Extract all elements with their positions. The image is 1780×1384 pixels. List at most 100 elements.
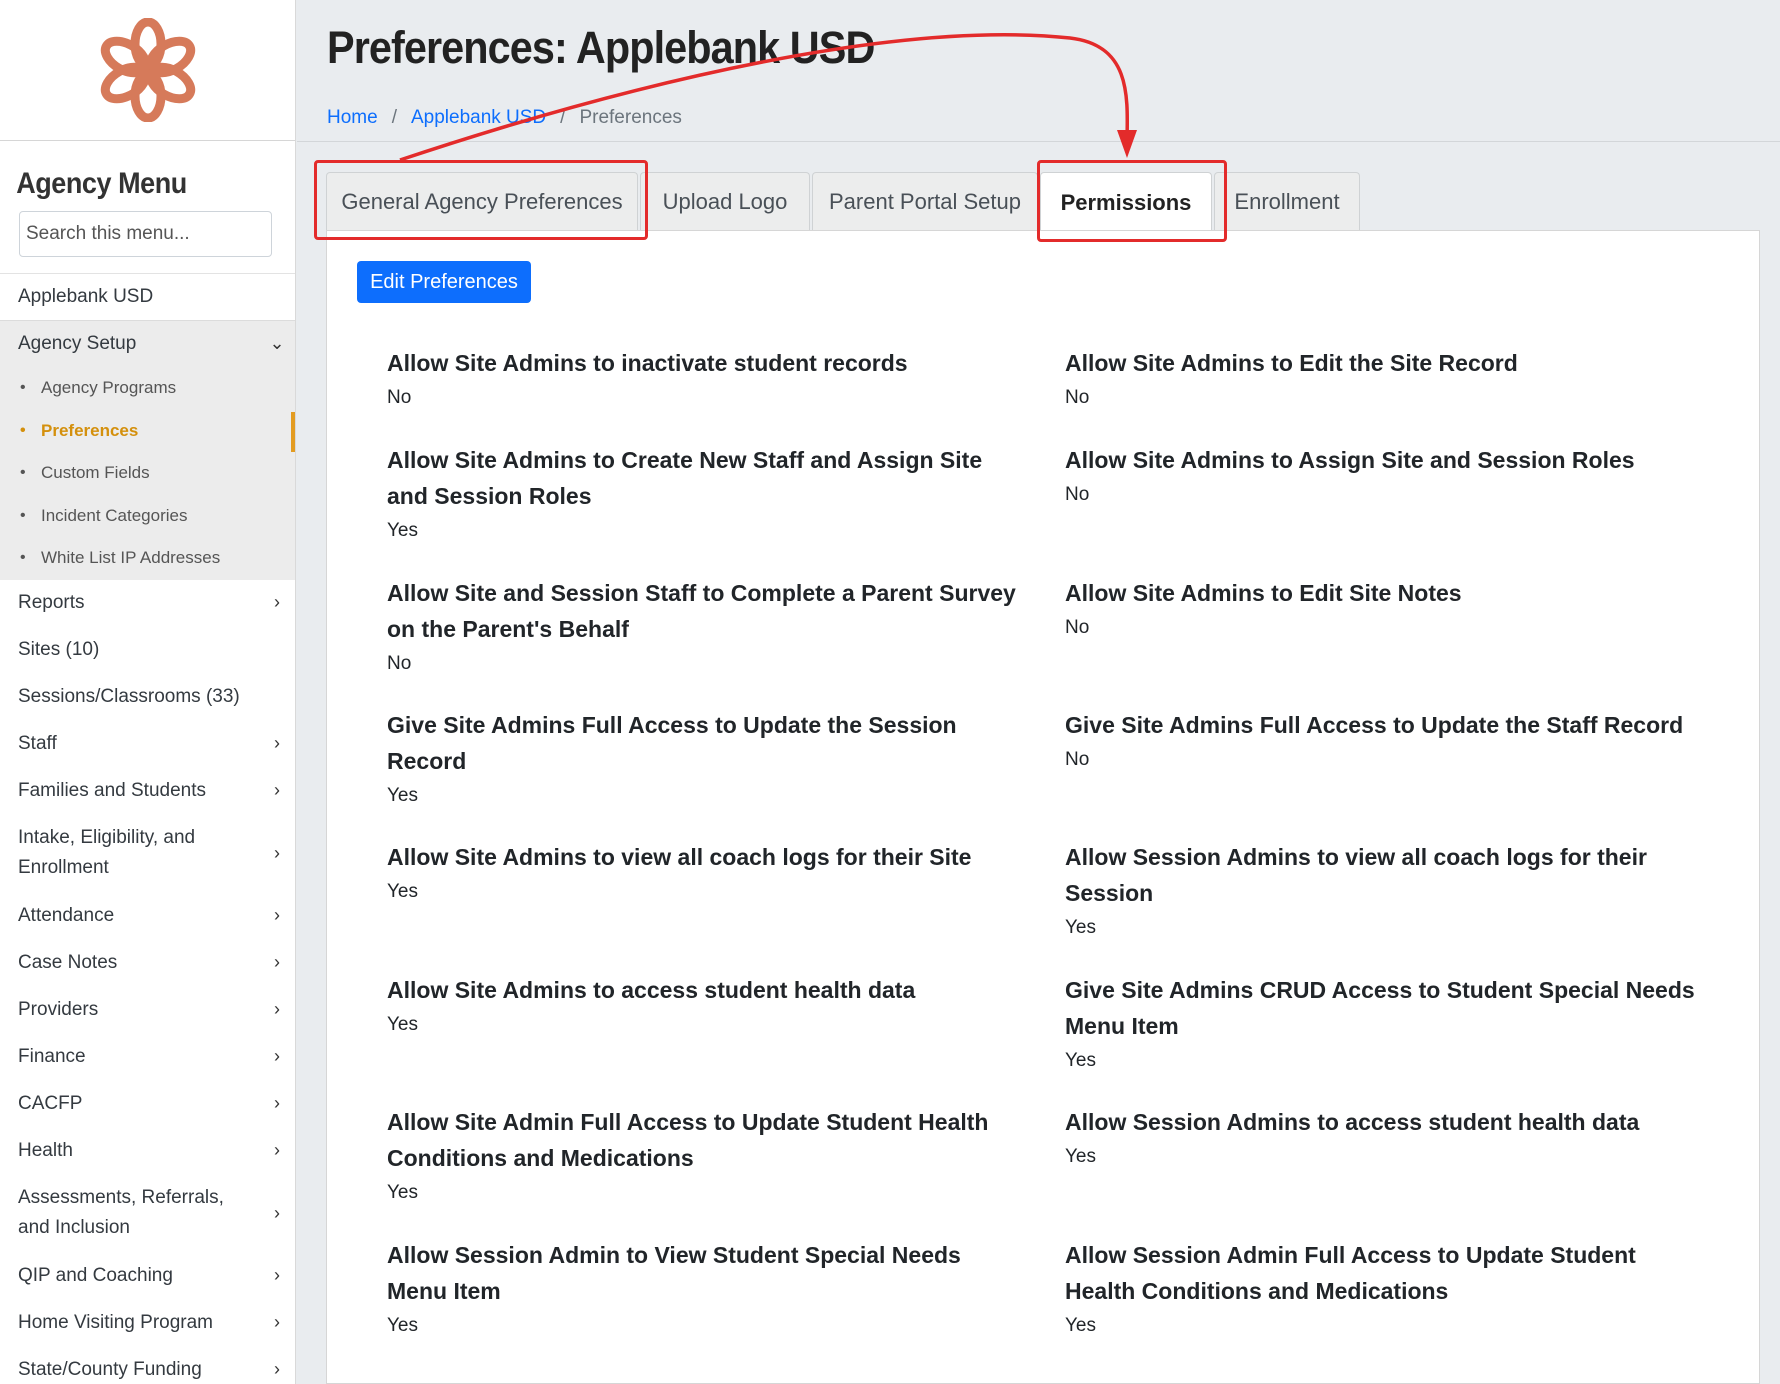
preference-value: No [387, 653, 412, 674]
chevron-right-icon: › [274, 1140, 280, 1160]
preference-item: Give Site Admins CRUD Access to Student … [1065, 972, 1695, 1072]
sidebar-item-label: CACFP [18, 1092, 83, 1114]
sidebar-item-label: Finance [18, 1045, 86, 1067]
chevron-right-icon: › [274, 999, 280, 1019]
sidebar-item-sites[interactable]: Sites (10) [0, 627, 295, 674]
preference-item: Allow Site Admins to Edit Site Notes No [1065, 575, 1695, 639]
preference-label: Allow Site Admin Full Access to Update S… [387, 1109, 989, 1171]
sidebar-item-qip[interactable]: QIP and Coaching › [0, 1253, 295, 1300]
preference-value: No [1065, 387, 1090, 408]
sub-item-custom-fields[interactable]: Custom Fields [0, 452, 295, 495]
sidebar-item-label: QIP and Coaching [18, 1264, 173, 1286]
preference-item: Allow Session Admins to view all coach l… [1065, 839, 1695, 939]
sidebar-item-agency-setup[interactable]: Agency Setup ⌄ [0, 321, 295, 367]
chevron-right-icon: › [274, 843, 280, 863]
tab-upload-logo[interactable]: Upload Logo [640, 172, 810, 230]
sidebar: Agency Menu Search this menu... Appleban… [0, 0, 296, 1384]
page-title: Preferences: Applebank USD [327, 22, 875, 73]
chevron-right-icon: › [274, 1093, 280, 1113]
page-header: Preferences: Applebank USD Home / Appleb… [297, 0, 1780, 142]
sidebar-item-home-visiting[interactable]: Home Visiting Program › [0, 1300, 295, 1347]
preference-value: No [1065, 749, 1090, 770]
preference-item: Allow Site Admins to Assign Site and Ses… [1065, 442, 1695, 506]
preference-label: Allow Site Admins to Create New Staff an… [387, 447, 983, 509]
sidebar-item-providers[interactable]: Providers › [0, 987, 295, 1034]
preference-item: Allow Site Admins to inactivate student … [387, 345, 1017, 409]
chevron-right-icon: › [274, 592, 280, 612]
chevron-right-icon: › [274, 1265, 280, 1285]
breadcrumb-current: Preferences [579, 107, 682, 128]
preference-value: Yes [387, 1182, 418, 1203]
sidebar-item-label: Sites (10) [18, 638, 100, 660]
chevron-right-icon: › [274, 780, 280, 800]
breadcrumb-separator: / [560, 107, 566, 128]
sub-item-agency-programs[interactable]: Agency Programs [0, 367, 295, 410]
preference-item: Give Site Admins Full Access to Update t… [387, 707, 1017, 807]
preference-label: Allow Site Admins to Edit the Site Recor… [1065, 350, 1518, 376]
sidebar-item-reports[interactable]: Reports › [0, 580, 295, 627]
preference-value: Yes [387, 1014, 418, 1035]
preference-label: Allow Site and Session Staff to Complete… [387, 580, 1016, 642]
sidebar-item-attendance[interactable]: Attendance › [0, 893, 295, 940]
preference-label: Allow Session Admins to view all coach l… [1065, 844, 1647, 906]
sidebar-item-label: Providers [18, 998, 99, 1020]
chevron-right-icon: › [274, 733, 280, 753]
preference-value: No [1065, 484, 1090, 505]
preference-label: Allow Session Admin Full Access to Updat… [1065, 1242, 1636, 1304]
sidebar-item-staff[interactable]: Staff › [0, 721, 295, 768]
sidebar-item-label: Assessments, Referrals, and Inclusion [18, 1187, 224, 1238]
tab-enrollment[interactable]: Enrollment [1214, 172, 1360, 230]
preference-value: Yes [1065, 1146, 1096, 1167]
sidebar-item-label: State/County Funding [18, 1358, 202, 1380]
menu-search-input[interactable]: Search this menu... [19, 211, 272, 257]
sidebar-item-label: Case Notes [18, 951, 118, 973]
sidebar-item-sessions[interactable]: Sessions/Classrooms (33) [0, 674, 295, 721]
agency-logo-icon[interactable] [98, 18, 198, 122]
agency-setup-group: Agency Setup ⌄ Agency Programs Preferenc… [0, 321, 295, 580]
preference-item: Allow Site Admin Full Access to Update S… [387, 1104, 1017, 1204]
preference-value: Yes [387, 1315, 418, 1336]
sub-item-preferences[interactable]: Preferences [0, 410, 295, 453]
preference-item: Allow Session Admin to View Student Spec… [387, 1237, 1017, 1337]
sidebar-item-state-county-funding[interactable]: State/County Funding › [0, 1347, 295, 1384]
preference-item: Allow Site Admins to view all coach logs… [387, 839, 1017, 903]
preference-value: Yes [387, 785, 418, 806]
highlight-box-permissions-tab [1037, 160, 1227, 242]
preference-item: Allow Session Admins to access student h… [1065, 1104, 1695, 1168]
chevron-right-icon: › [274, 905, 280, 925]
breadcrumb-home-link[interactable]: Home [327, 107, 378, 129]
sidebar-item-finance[interactable]: Finance › [0, 1034, 295, 1081]
sidebar-item-label: Sessions/Classrooms (33) [18, 685, 240, 707]
preference-value: Yes [387, 881, 418, 902]
sidebar-item-health[interactable]: Health › [0, 1128, 295, 1175]
logo-area [0, 0, 295, 141]
permissions-panel: Edit Preferences Allow Site Admins to in… [326, 230, 1760, 1384]
chevron-right-icon: › [274, 952, 280, 972]
edit-preferences-button[interactable]: Edit Preferences [357, 261, 531, 303]
preference-label: Give Site Admins Full Access to Update t… [1065, 712, 1684, 738]
breadcrumb-separator: / [391, 107, 397, 128]
tab-parent-portal-setup[interactable]: Parent Portal Setup [812, 172, 1038, 230]
preference-item: Allow Site Admins to Create New Staff an… [387, 442, 1017, 542]
sidebar-item-applebank-usd[interactable]: Applebank USD [0, 274, 295, 321]
chevron-right-icon: › [274, 1046, 280, 1066]
sidebar-item-families[interactable]: Families and Students › [0, 768, 295, 815]
preference-value: Yes [1065, 1315, 1096, 1336]
sidebar-item-label: Families and Students [18, 779, 206, 801]
agency-menu-title: Agency Menu [16, 167, 187, 200]
sidebar-item-cacfp[interactable]: CACFP › [0, 1081, 295, 1128]
preference-label: Give Site Admins CRUD Access to Student … [1065, 977, 1695, 1039]
sidebar-item-intake[interactable]: Intake, Eligibility, and Enrollment › [0, 815, 295, 893]
sidebar-item-assessments[interactable]: Assessments, Referrals, and Inclusion › [0, 1175, 295, 1253]
sidebar-item-label: Attendance [18, 904, 115, 926]
preference-value: No [387, 387, 412, 408]
preference-item: Give Site Admins Full Access to Update t… [1065, 707, 1695, 771]
preference-label: Allow Site Admins to inactivate student … [387, 350, 908, 376]
sidebar-item-case-notes[interactable]: Case Notes › [0, 940, 295, 987]
sub-item-white-list-ip[interactable]: White List IP Addresses [0, 537, 295, 580]
preference-label: Allow Session Admins to access student h… [1065, 1109, 1640, 1135]
sub-item-incident-categories[interactable]: Incident Categories [0, 495, 295, 538]
preference-label: Give Site Admins Full Access to Update t… [387, 712, 957, 774]
breadcrumb-agency-link[interactable]: Applebank USD [411, 107, 546, 129]
preference-label: Allow Session Admin to View Student Spec… [387, 1242, 961, 1304]
